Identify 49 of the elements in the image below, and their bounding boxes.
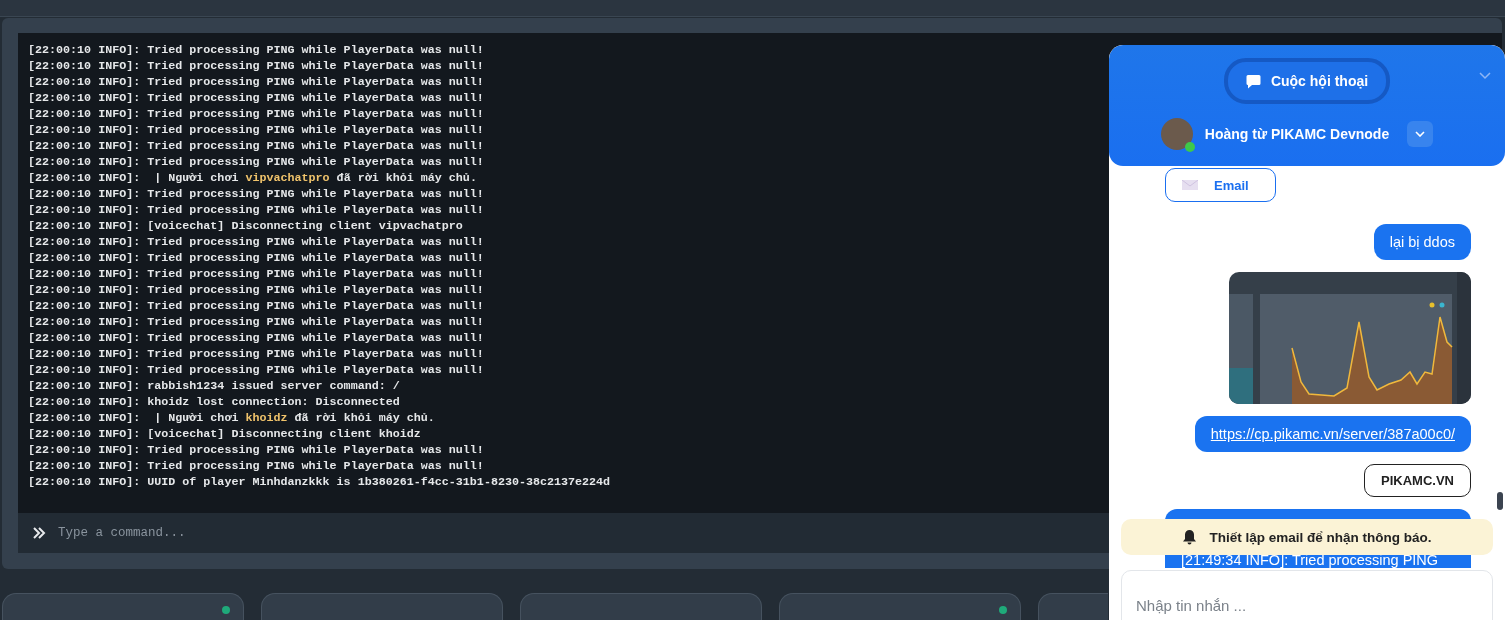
log-line: [22:00:10 INFO]: Tried processing PING while PlayerData was null! [28, 298, 484, 314]
status-dot [999, 606, 1007, 614]
agent-dropdown[interactable] [1407, 121, 1434, 147]
log-line: [22:00:10 INFO]: [voicechat] Disconnecting client vipvachatpro [28, 218, 463, 234]
agent-name: Hoàng từ PIKAMC Devnode [1204, 126, 1390, 142]
log-line: [22:00:10 INFO]: Tried processing PING while PlayerData was null! [28, 250, 484, 266]
notice-text: Thiết lập email để nhận thông báo. [1209, 529, 1432, 545]
message-line: [21:49:34 INFO]: Tried processing PING [1181, 552, 1440, 568]
log-line: [22:00:10 INFO]: Tried processing PING while PlayerData was null! [28, 234, 484, 250]
log-line: [22:00:10 INFO]: | Người chơi vipvachatpro đã rời khỏi máy chủ. [28, 170, 477, 186]
log-line: [22:00:10 INFO]: Tried processing PING while PlayerData was null! [28, 266, 484, 282]
log-line: [22:00:10 INFO]: khoidz lost connection: Disconnected [28, 394, 400, 410]
log-line: [22:00:10 INFO]: Tried processing PING while PlayerData was null! [28, 106, 484, 122]
message-bubble: lại bị ddos [1373, 224, 1471, 260]
command-input[interactable]: Type a command... [56, 525, 660, 541]
log-line: [22:00:10 INFO]: UUID of player Minhdanzkkk is 1b380261-f4cc-31b1-8230-38c2137e224d [28, 474, 611, 490]
log-line: [22:00:10 INFO]: Tried processing PING while PlayerData was null! [28, 458, 484, 474]
log-line: [22:00:10 INFO]: Tried processing PING while PlayerData was null! [28, 42, 484, 58]
log-line: [22:00:10 INFO]: Tried processing PING while PlayerData was null! [28, 186, 484, 202]
log-line: [22:00:10 INFO]: Tried processing PING while PlayerData was null! [28, 362, 484, 378]
log-line: [22:00:10 INFO]: [voicechat] Disconnecting client khoidz [28, 426, 421, 442]
log-line: [22:00:10 INFO]: Tried processing PING while PlayerData was null! [28, 138, 484, 154]
conversations-button[interactable]: Cuộc hội thoại [1223, 58, 1391, 104]
log-line: [22:00:10 INFO]: Tried processing PING while PlayerData was null! [28, 314, 484, 330]
scrollbar-thumb[interactable] [1497, 492, 1503, 510]
notification-banner[interactable]: Thiết lập email để nhận thông báo. [1121, 519, 1493, 555]
log-line: [22:00:10 INFO]: Tried processing PING while PlayerData was null! [28, 346, 484, 362]
message-link[interactable]: https://cp.pikamc.vn/server/387a00c0/ [1194, 416, 1471, 452]
status-dot [222, 606, 230, 614]
bell-icon [1182, 529, 1198, 545]
message-input[interactable]: Nhập tin nhắn ... [1121, 570, 1493, 620]
quick-reply-button[interactable]: PIKAMC.VN [1364, 464, 1471, 497]
log-line: [22:00:10 INFO]: Tried processing PING while PlayerData was null! [28, 442, 484, 458]
log-line: [22:00:10 INFO]: Tried processing PING while PlayerData was null! [28, 330, 484, 346]
envelope-icon [1182, 180, 1198, 190]
chevrons-icon [32, 527, 46, 539]
log-line: [22:00:10 INFO]: Tried processing PING while PlayerData was null! [28, 154, 484, 170]
email-option[interactable]: Email [1165, 168, 1276, 202]
log-line: [22:00:10 INFO]: Tried processing PING while PlayerData was null! [28, 74, 484, 90]
log-line: [22:00:10 INFO]: Tried processing PING while PlayerData was null! [28, 90, 484, 106]
log-line: [22:00:10 INFO]: rabbish1234 issued server command: / [28, 378, 400, 394]
log-line: [22:00:10 INFO]: Tried processing PING while PlayerData was null! [28, 58, 484, 74]
log-line: [22:00:10 INFO]: Tried processing PING while PlayerData was null! [28, 282, 484, 298]
log-line: [22:00:10 INFO]: Tried processing PING while PlayerData was null! [28, 202, 484, 218]
log-line: [22:00:10 INFO]: Tried processing PING while PlayerData was null! [28, 122, 484, 138]
chevron-down-icon [1415, 131, 1426, 137]
chevron-down-icon[interactable] [1479, 72, 1491, 80]
chat-bubble-icon [1245, 73, 1261, 89]
log-line: [22:00:10 INFO]: | Người chơi khoidz đã rời khỏi máy chủ. [28, 410, 435, 426]
